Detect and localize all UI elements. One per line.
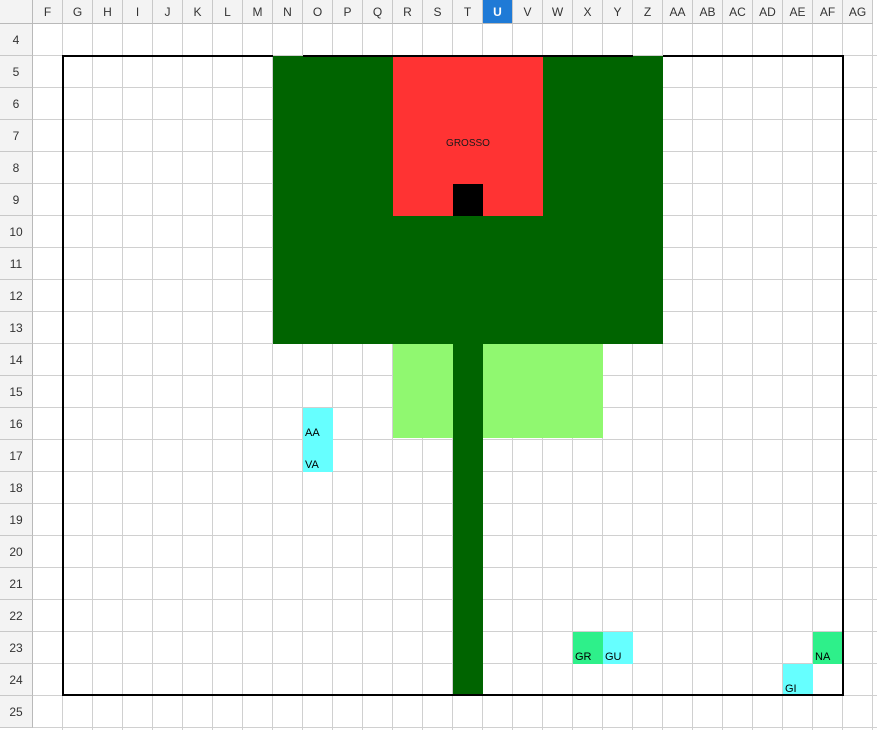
column-header-m[interactable]: M	[243, 0, 273, 24]
dark-green-trunk[interactable]	[453, 344, 483, 696]
row-header-19[interactable]: 19	[0, 504, 33, 536]
column-header-h[interactable]: H	[93, 0, 123, 24]
column-header-ad[interactable]: AD	[753, 0, 783, 24]
cell-aa[interactable]: AA	[303, 408, 333, 440]
spreadsheet: F G H I J K L M N O P Q R S T U V W X Y Z AA AB AC AD AE AF AG 4567…	[0, 0, 877, 730]
select-all-corner[interactable]	[0, 0, 33, 24]
grid-vline	[782, 24, 783, 730]
column-header-g[interactable]: G	[63, 0, 93, 24]
grid-vline	[212, 24, 213, 730]
column-header-p[interactable]: P	[333, 0, 363, 24]
light-green-block-right[interactable]	[483, 344, 603, 438]
row-header-25[interactable]: 25	[0, 696, 33, 728]
row-header-17[interactable]: 17	[0, 440, 33, 472]
row-header-12[interactable]: 12	[0, 280, 33, 312]
light-green-block-left[interactable]	[393, 344, 453, 438]
row-header-5[interactable]: 5	[0, 56, 33, 88]
cell-na[interactable]: NA	[813, 632, 843, 664]
column-header-x[interactable]: X	[573, 0, 603, 24]
column-header-ac[interactable]: AC	[723, 0, 753, 24]
row-header-6[interactable]: 6	[0, 88, 33, 120]
grid-hline	[33, 727, 877, 728]
grid-vline	[242, 24, 243, 730]
row-header-21[interactable]: 21	[0, 568, 33, 600]
grid-vline	[872, 24, 873, 730]
column-header-j[interactable]: J	[153, 0, 183, 24]
row-header-8[interactable]: 8	[0, 152, 33, 184]
row-header-14[interactable]: 14	[0, 344, 33, 376]
cell-gu[interactable]: GU	[603, 632, 633, 664]
column-header-aa[interactable]: AA	[663, 0, 693, 24]
row-header-23[interactable]: 23	[0, 632, 33, 664]
row-header-20[interactable]: 20	[0, 536, 33, 568]
column-header-y[interactable]: Y	[603, 0, 633, 24]
grid-vline	[182, 24, 183, 730]
column-header-k[interactable]: K	[183, 0, 213, 24]
grid-vline	[92, 24, 93, 730]
column-header-f[interactable]: F	[33, 0, 63, 24]
column-header-ae[interactable]: AE	[783, 0, 813, 24]
frame-bottom	[62, 694, 844, 696]
column-header-v[interactable]: V	[513, 0, 543, 24]
row-header-7[interactable]: 7	[0, 120, 33, 152]
cell-gr[interactable]: GR	[573, 632, 603, 664]
frame-top-right	[663, 55, 843, 57]
row-headers: 4 5 6 7 8 9 10 11 12 13 14 15 16 17 18 19 20 21 22 23 24 25	[0, 24, 33, 730]
column-header-af[interactable]: AF	[813, 0, 843, 24]
column-header-n[interactable]: N	[273, 0, 303, 24]
grid-vline	[812, 24, 813, 730]
row-header-9[interactable]: 9	[0, 184, 33, 216]
frame-left	[62, 55, 64, 696]
grid-vline	[752, 24, 753, 730]
column-header-s[interactable]: S	[423, 0, 453, 24]
row-header-10[interactable]: 10	[0, 216, 33, 248]
column-headers: F G H I J K L M N O P Q R S T U V W X Y Z AA AB AC AD AE AF AG	[33, 0, 877, 24]
row-header-24[interactable]: 24	[0, 664, 33, 696]
column-header-u[interactable]: U	[483, 0, 513, 24]
frame-top-mid	[303, 55, 633, 57]
column-header-t[interactable]: T	[453, 0, 483, 24]
frame-right	[842, 55, 844, 696]
cell-va[interactable]: VA	[303, 440, 333, 472]
column-header-o[interactable]: O	[303, 0, 333, 24]
column-header-ab[interactable]: AB	[693, 0, 723, 24]
row-header-15[interactable]: 15	[0, 376, 33, 408]
column-header-i[interactable]: I	[123, 0, 153, 24]
row-header-13[interactable]: 13	[0, 312, 33, 344]
grid-vline	[692, 24, 693, 730]
cell-grid[interactable]: GROSSO AA VA GR GU NA GI	[33, 24, 877, 730]
row-header-22[interactable]: 22	[0, 600, 33, 632]
black-cell[interactable]	[453, 184, 483, 216]
column-header-ag[interactable]: AG	[843, 0, 873, 24]
column-header-q[interactable]: Q	[363, 0, 393, 24]
column-header-l[interactable]: L	[213, 0, 243, 24]
column-header-r[interactable]: R	[393, 0, 423, 24]
row-header-16[interactable]: 16	[0, 408, 33, 440]
row-header-18[interactable]: 18	[0, 472, 33, 504]
grid-vline	[152, 24, 153, 730]
row-header-11[interactable]: 11	[0, 248, 33, 280]
grid-vline	[122, 24, 123, 730]
frame-top-left	[63, 55, 273, 57]
grid-vline	[722, 24, 723, 730]
grosso-label: GROSSO	[446, 138, 490, 149]
row-header-4[interactable]: 4	[0, 24, 33, 56]
column-header-w[interactable]: W	[543, 0, 573, 24]
column-header-z[interactable]: Z	[633, 0, 663, 24]
cell-gi[interactable]: GI	[783, 664, 813, 696]
